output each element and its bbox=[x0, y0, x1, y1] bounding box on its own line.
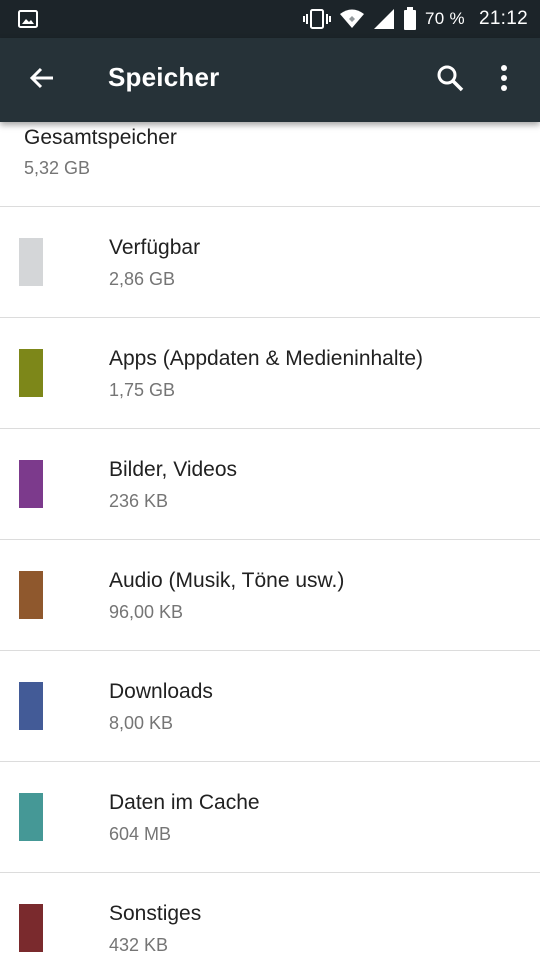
storage-item-size: 8,00 KB bbox=[109, 713, 174, 733]
storage-item-label: Downloads bbox=[109, 680, 213, 703]
search-icon bbox=[436, 64, 464, 97]
storage-item-size: 236 KB bbox=[109, 491, 169, 511]
storage-item-size: 604 MB bbox=[109, 824, 172, 844]
battery-percent: 70 % bbox=[425, 9, 465, 28]
storage-item-label: Bilder, Videos bbox=[109, 458, 238, 481]
storage-item-images-videos[interactable]: Bilder, Videos 236 KB bbox=[0, 429, 540, 540]
storage-item-label: Audio (Musik, Töne usw.) bbox=[109, 569, 345, 592]
storage-item-label: Apps (Appdaten & Medieninhalte) bbox=[109, 347, 424, 370]
storage-item-label: Daten im Cache bbox=[109, 791, 260, 814]
back-arrow-icon bbox=[29, 65, 55, 96]
storage-item-apps[interactable]: Apps (Appdaten & Medieninhalte) 1,75 GB bbox=[0, 318, 540, 429]
total-storage-value: 5,32 GB bbox=[24, 158, 91, 178]
color-swatch bbox=[19, 904, 43, 952]
status-bar: 70 % 21:12 bbox=[0, 0, 540, 38]
storage-item-audio[interactable]: Audio (Musik, Töne usw.) 96,00 KB bbox=[0, 540, 540, 651]
storage-item-size: 2,86 GB bbox=[109, 269, 176, 289]
storage-item-size: 96,00 KB bbox=[109, 602, 184, 622]
image-notification-icon bbox=[18, 10, 38, 28]
color-swatch bbox=[19, 349, 43, 397]
app-bar: Speicher bbox=[0, 38, 540, 122]
storage-item-available[interactable]: Verfügbar 2,86 GB bbox=[0, 207, 540, 318]
wifi-icon bbox=[339, 8, 365, 30]
storage-item-cache[interactable]: Daten im Cache 604 MB bbox=[0, 762, 540, 873]
color-swatch bbox=[19, 238, 43, 286]
storage-item-other[interactable]: Sonstiges 432 KB bbox=[0, 873, 540, 960]
clock: 21:12 bbox=[478, 8, 528, 29]
total-storage-title: Gesamtspeicher bbox=[24, 126, 177, 149]
storage-item-size: 1,75 GB bbox=[109, 380, 176, 400]
storage-item-label: Sonstiges bbox=[109, 902, 202, 925]
vibrate-icon bbox=[303, 8, 331, 30]
overflow-menu-button[interactable] bbox=[478, 52, 530, 108]
storage-item-downloads[interactable]: Downloads 8,00 KB bbox=[0, 651, 540, 762]
storage-item-size: 432 KB bbox=[109, 935, 169, 955]
search-button[interactable] bbox=[424, 52, 476, 108]
page-title: Speicher bbox=[108, 62, 220, 92]
storage-list[interactable]: Gesamtspeicher 5,32 GB Verfügbar 2,86 GB… bbox=[0, 122, 540, 960]
color-swatch bbox=[19, 682, 43, 730]
color-swatch bbox=[19, 460, 43, 508]
more-vert-icon bbox=[500, 64, 508, 96]
cell-signal-icon bbox=[373, 8, 395, 30]
storage-item-label: Verfügbar bbox=[109, 236, 201, 259]
back-button[interactable] bbox=[14, 52, 70, 108]
color-swatch bbox=[19, 571, 43, 619]
color-swatch bbox=[19, 793, 43, 841]
total-storage: Gesamtspeicher 5,32 GB bbox=[0, 122, 540, 207]
battery-icon bbox=[403, 7, 417, 31]
